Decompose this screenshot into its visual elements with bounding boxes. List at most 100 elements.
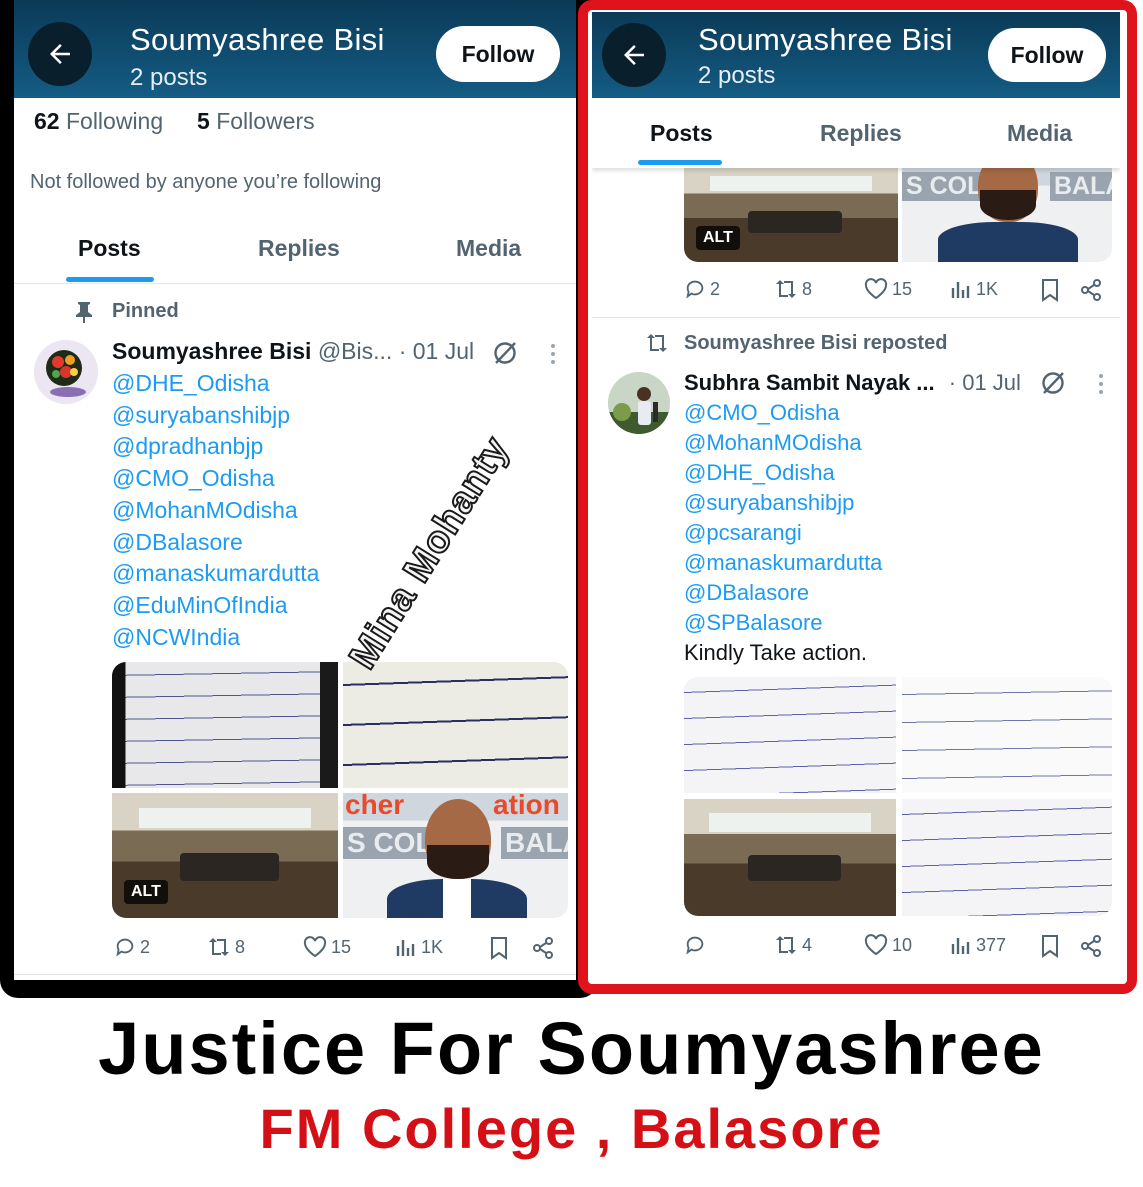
following-stat[interactable]: 62 Following <box>34 108 163 135</box>
banner-text: ation <box>493 793 560 820</box>
mention-link[interactable]: @DBalasore <box>112 527 319 559</box>
post-author-name[interactable]: Subhra Sambit Nayak ... <box>684 370 935 395</box>
alt-badge[interactable]: ALT <box>124 880 168 904</box>
repost-action[interactable]: 8 <box>207 936 245 958</box>
mention-link[interactable]: @pcsarangi <box>684 518 882 548</box>
reply-count: 2 <box>140 936 151 957</box>
tab-posts[interactable]: Posts <box>78 235 141 262</box>
like-action[interactable]: 15 <box>303 936 351 958</box>
post-image-office[interactable]: ALT <box>112 793 338 918</box>
mention-link[interactable]: @DBalasore <box>684 578 882 608</box>
tab-replies[interactable]: Replies <box>258 235 340 262</box>
share-icon[interactable] <box>1080 278 1102 302</box>
grok-icon[interactable] <box>1040 370 1066 396</box>
arrow-left-icon <box>624 45 644 65</box>
like-action[interactable]: 15 <box>864 278 912 300</box>
tabs-bar: Posts Replies Media <box>592 98 1120 168</box>
post-image-letter[interactable] <box>112 662 338 788</box>
post-image-office[interactable] <box>684 799 896 916</box>
not-followed-text: Not followed by anyone you’re following <box>30 171 382 193</box>
repost-count: 4 <box>802 934 813 955</box>
repost-icon <box>209 938 229 956</box>
mention-link[interactable]: @MohanMOdisha <box>112 495 319 527</box>
followers-stat[interactable]: 5 Followers <box>197 108 315 135</box>
post-image-handwritten[interactable] <box>343 662 568 788</box>
reply-action[interactable]: 2 <box>684 278 720 300</box>
mention-link[interactable]: @suryabanshibjp <box>684 488 882 518</box>
header-post-count: 2 posts <box>698 62 776 89</box>
tabs-divider <box>14 283 576 284</box>
reply-action[interactable]: 2 <box>114 936 150 958</box>
like-action[interactable]: 10 <box>864 934 912 956</box>
following-count: 62 <box>34 108 60 134</box>
more-options-icon[interactable] <box>1097 372 1105 396</box>
mention-link[interactable]: @DHE_Odisha <box>112 368 319 400</box>
post-divider <box>592 317 1120 318</box>
views-chart-icon <box>396 940 415 956</box>
back-button[interactable] <box>28 22 92 86</box>
more-options-icon[interactable] <box>549 342 557 366</box>
alt-badge[interactable]: ALT <box>696 226 740 250</box>
follow-button[interactable]: Follow <box>436 26 560 82</box>
heart-icon <box>864 278 888 300</box>
post-image-portrait[interactable]: cher ation S COLL BALA <box>343 793 568 918</box>
mention-link[interactable]: @NCWIndia <box>112 622 319 654</box>
views-action[interactable]: 1K <box>395 936 443 958</box>
grok-icon[interactable] <box>492 340 518 366</box>
avatar-art-icon <box>34 340 98 404</box>
tab-posts[interactable]: Posts <box>650 120 713 147</box>
bookmark-icon[interactable] <box>1040 934 1060 958</box>
mention-link[interactable]: @suryabanshibjp <box>112 400 319 432</box>
tab-replies[interactable]: Replies <box>820 120 902 147</box>
share-icon[interactable] <box>532 936 554 960</box>
repost-icon <box>647 334 667 352</box>
repost-count: 8 <box>235 936 246 957</box>
mention-link[interactable]: @dpradhanbjp <box>112 431 319 463</box>
reply-count: 2 <box>710 278 721 299</box>
heart-icon <box>303 936 327 958</box>
views-chart-icon <box>951 282 970 298</box>
bookmark-icon[interactable] <box>1040 278 1060 302</box>
views-action[interactable]: 377 <box>950 934 1006 956</box>
bookmark-icon[interactable] <box>489 936 509 960</box>
mention-link[interactable]: @DHE_Odisha <box>684 458 882 488</box>
mention-link[interactable]: @EduMinOfIndia <box>112 590 319 622</box>
post-image-office[interactable]: ALT <box>684 164 898 262</box>
follow-button[interactable]: Follow <box>988 28 1106 82</box>
post-date[interactable]: · 01 Jul <box>949 370 1021 395</box>
post-divider <box>14 974 576 975</box>
reply-action[interactable] <box>684 934 710 956</box>
views-action[interactable]: 1K <box>950 278 998 300</box>
mention-link[interactable]: @SPBalasore <box>684 608 882 638</box>
mention-link[interactable]: @CMO_Odisha <box>684 398 882 428</box>
post-author-handle[interactable]: @Bis... <box>318 338 392 364</box>
share-icon[interactable] <box>1080 934 1102 958</box>
repost-icon <box>776 280 796 298</box>
post-image-portrait[interactable]: S COLL BALA <box>902 164 1112 262</box>
banner-text: cher <box>345 793 405 820</box>
post-date[interactable]: · 01 Jul <box>399 338 474 364</box>
tab-media[interactable]: Media <box>456 235 521 262</box>
portrait-shirt <box>443 879 471 918</box>
author-avatar[interactable] <box>34 340 98 404</box>
mention-link[interactable]: @manaskumardutta <box>684 548 882 578</box>
followers-label: Followers <box>216 108 315 134</box>
back-button[interactable] <box>602 23 666 87</box>
header-post-count: 2 posts <box>130 64 208 91</box>
views-count: 377 <box>976 934 1007 955</box>
avatar-photo-icon <box>608 372 670 434</box>
post-image-letter[interactable] <box>684 677 896 793</box>
post-image-document[interactable] <box>902 677 1112 793</box>
repost-action[interactable]: 8 <box>774 278 812 300</box>
repost-action[interactable]: 4 <box>774 934 812 956</box>
post-author-name[interactable]: Soumyashree Bisi <box>112 338 311 364</box>
mention-link[interactable]: @CMO_Odisha <box>112 463 319 495</box>
author-avatar[interactable] <box>608 372 670 434</box>
like-count: 10 <box>892 934 913 955</box>
post-image-handwritten[interactable] <box>902 799 1112 916</box>
reposted-by-label[interactable]: Soumyashree Bisi reposted <box>684 332 947 355</box>
banner-text: BALA <box>501 827 568 859</box>
mention-link[interactable]: @manaskumardutta <box>112 558 319 590</box>
tab-media[interactable]: Media <box>1007 120 1072 147</box>
mention-link[interactable]: @MohanMOdisha <box>684 428 882 458</box>
